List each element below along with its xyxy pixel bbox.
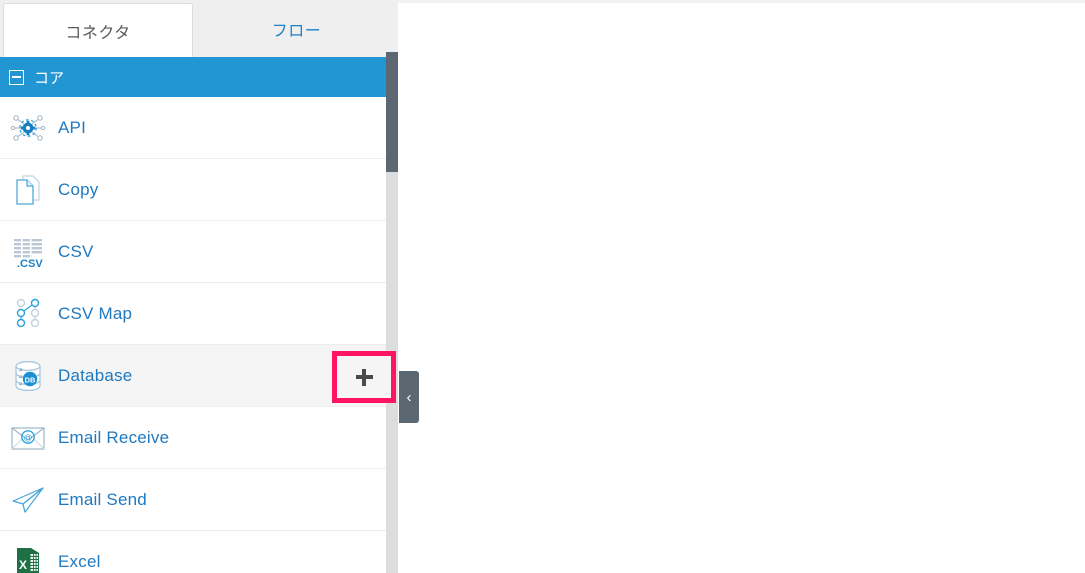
list-item-csv-label: CSV (58, 241, 94, 261)
list-item-excel[interactable]: X Excel (0, 531, 386, 573)
list-item-email-send[interactable]: Email Send (0, 469, 386, 531)
tab-connector-label: コネクタ (65, 24, 131, 42)
list-item-email-send-label: Email Send (58, 489, 147, 509)
canvas-top-edge (398, 0, 1085, 3)
list-item-database[interactable]: DB Database (0, 345, 386, 407)
database-cylinder-icon: DB (6, 356, 50, 396)
excel-spreadsheet-icon: X (6, 542, 50, 573)
list-item-api[interactable]: API (0, 97, 386, 159)
csv-map-nodes-icon (6, 294, 50, 334)
api-gear-network-icon (6, 108, 50, 148)
panel-scrollbar-thumb[interactable] (386, 52, 398, 172)
group-header-label: コア (34, 69, 65, 87)
list-item-copy-label: Copy (58, 179, 99, 199)
email-receive-icon: @ (6, 418, 50, 458)
list-item-csv-map[interactable]: CSV Map (0, 283, 386, 345)
list-item-copy[interactable]: Copy (0, 159, 386, 221)
panel-tabstrip: コネクタ フロー (0, 0, 398, 57)
tab-connector[interactable]: コネクタ (3, 3, 193, 57)
panel-collapse-chevron-left-icon: ‹ (406, 388, 412, 406)
list-item-email-receive[interactable]: @ Email Receive (0, 407, 386, 469)
list-item-email-receive-label: Email Receive (58, 427, 170, 447)
panel-scrollbar-track[interactable] (386, 52, 398, 573)
connector-list[interactable]: API Copy .CSV CSV CSV Map DB Database @ … (0, 97, 386, 573)
list-item-database-label: Database (58, 365, 133, 385)
list-item-excel-label: Excel (58, 551, 101, 571)
list-item-api-label: API (58, 117, 87, 137)
svg-text:DB: DB (25, 375, 36, 384)
svg-text:.CSV: .CSV (17, 258, 43, 269)
connector-panel: コネクタ フロー コア API Copy .CSV CSV CSV Map DB… (0, 0, 398, 573)
list-item-csv[interactable]: .CSV CSV (0, 221, 386, 283)
add-connector-button[interactable] (332, 351, 396, 403)
svg-text:@: @ (24, 432, 33, 442)
copy-document-icon (6, 170, 50, 210)
csv-file-icon: .CSV (6, 232, 50, 272)
panel-collapse-handle[interactable]: ‹ (399, 371, 419, 423)
flow-canvas[interactable] (398, 0, 1085, 573)
plus-icon (355, 368, 373, 386)
email-send-plane-icon (6, 480, 50, 520)
app-root: コネクタ フロー コア API Copy .CSV CSV CSV Map DB… (0, 0, 1085, 573)
svg-text:X: X (19, 558, 27, 572)
group-header-core[interactable]: コア (0, 57, 386, 97)
tab-flow[interactable]: フロー (195, 3, 398, 55)
tab-flow-label: フロー (271, 23, 322, 40)
list-item-csv-map-label: CSV Map (58, 303, 133, 323)
collapse-minus-box-icon (9, 69, 24, 85)
